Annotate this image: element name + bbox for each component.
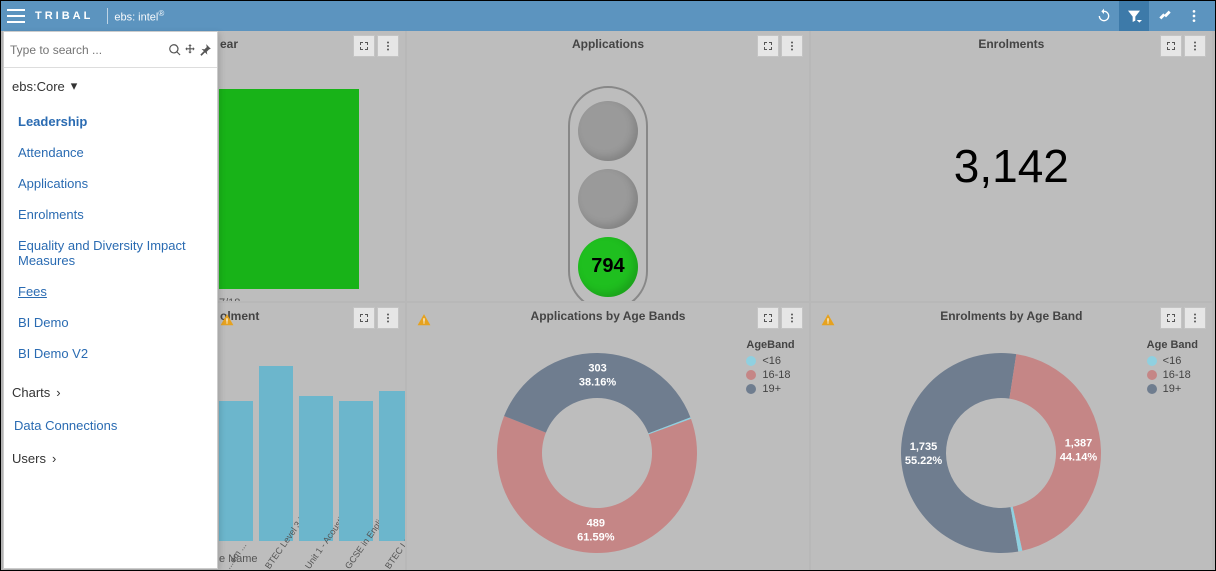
nav-items: LeadershipAttendanceApplicationsEnrolmen…: [4, 104, 217, 375]
legend-item: <16: [746, 355, 794, 367]
warning-icon: [821, 313, 835, 330]
nav-item-fees[interactable]: Fees: [4, 276, 217, 307]
card-applications-by-age: Applications by Age Bands 489 61.59% 303 38…: [407, 303, 808, 571]
slice-count: 303: [589, 363, 607, 375]
nav-group-ebscore[interactable]: ebs:Core ▾: [4, 68, 217, 104]
donut-slice: [901, 353, 1018, 553]
move-icon[interactable]: [182, 38, 197, 62]
more-button[interactable]: [1179, 1, 1209, 31]
legend-item: <16: [1147, 355, 1198, 367]
expand-button[interactable]: [757, 307, 779, 329]
search-row: [4, 32, 217, 68]
card-menu-button[interactable]: [781, 35, 803, 57]
refresh-button[interactable]: [1089, 1, 1119, 31]
settings-button[interactable]: [1149, 1, 1179, 31]
expand-button[interactable]: [1160, 307, 1182, 329]
expand-button[interactable]: [353, 307, 375, 329]
bar: [339, 401, 373, 541]
warning-icon: [220, 313, 234, 330]
light-amber: [578, 169, 638, 229]
card-menu-button[interactable]: [377, 307, 399, 329]
card-menu-button[interactable]: [781, 307, 803, 329]
enrolments-value: 3,142: [811, 139, 1212, 193]
topbar: TRIBAL ebs: intel®: [1, 1, 1215, 31]
card-title: Applications by Age Bands: [407, 309, 808, 323]
filter-button[interactable]: [1119, 1, 1149, 31]
card-enrolments: Enrolments 3,142: [811, 31, 1212, 301]
nav-group-label: ebs:Core: [12, 79, 65, 94]
axis-label: e Name: [219, 553, 258, 565]
slice-count: 1,735: [909, 441, 937, 453]
slice-pct: 55.22%: [905, 455, 943, 467]
legend-item: 19+: [746, 383, 794, 395]
app-subtitle: ebs: intel®: [114, 9, 164, 24]
bar: [219, 401, 253, 541]
legend: AgeBand <16 16-18 19+: [746, 339, 794, 397]
slice-pct: 44.14%: [1059, 452, 1097, 464]
bar-chart: ...em ...BTEC Level 3 Dip...Unit 1 - Aco…: [219, 363, 399, 541]
menu-icon[interactable]: [7, 9, 25, 23]
nav-item-bi-demo-v2[interactable]: BI Demo V2: [4, 338, 217, 369]
card-menu-button[interactable]: [1184, 35, 1206, 57]
nav-section-data-connections[interactable]: Data Connections: [4, 410, 217, 441]
slice-count: 1,387: [1064, 438, 1092, 450]
light-red: [578, 101, 638, 161]
pin-icon[interactable]: [198, 38, 213, 62]
brand-label: TRIBAL: [35, 10, 93, 22]
nav-item-applications[interactable]: Applications: [4, 168, 217, 199]
legend-item: 16-18: [746, 369, 794, 381]
legend: Age Band <16 16-18 19+: [1147, 339, 1198, 397]
traffic-light: 794: [568, 86, 648, 301]
bar-segment: [219, 89, 359, 289]
legend-item: 16-18: [1147, 369, 1198, 381]
nav-item-equality-and-diversity-impact-measures[interactable]: Equality and Diversity Impact Measures: [4, 230, 217, 276]
legend-title: AgeBand: [746, 339, 794, 351]
card-title: Applications: [407, 37, 808, 51]
chevron-down-icon: ▾: [71, 78, 78, 94]
warning-icon: [417, 313, 431, 330]
side-panel: ebs:Core ▾ LeadershipAttendanceApplicati…: [3, 31, 218, 569]
light-green: 794: [578, 237, 638, 297]
tick-label: 7/18: [219, 297, 240, 301]
nav-item-leadership[interactable]: Leadership: [4, 106, 217, 137]
nav-item-bi-demo[interactable]: BI Demo: [4, 307, 217, 338]
expand-button[interactable]: [353, 35, 375, 57]
bar: [259, 366, 293, 541]
card-title: Enrolments by Age Band: [811, 309, 1212, 323]
nav-sections: Charts ›Data ConnectionsUsers ›: [4, 375, 217, 476]
expand-button[interactable]: [1160, 35, 1182, 57]
nav-section-users[interactable]: Users ›: [4, 441, 217, 476]
nav-item-enrolments[interactable]: Enrolments: [4, 199, 217, 230]
expand-button[interactable]: [757, 35, 779, 57]
card-menu-button[interactable]: [377, 35, 399, 57]
nav-section-charts[interactable]: Charts ›: [4, 375, 217, 410]
card-title: Enrolments: [811, 37, 1212, 51]
search-input[interactable]: [8, 38, 167, 62]
card-applications: Applications 794: [407, 31, 808, 301]
legend-title: Age Band: [1147, 339, 1198, 351]
brand-divider: [107, 8, 108, 24]
donut-chart: 1,735 55.22% 1,387 44.14%: [891, 343, 1111, 571]
legend-item: 19+: [1147, 383, 1198, 395]
nav-item-attendance[interactable]: Attendance: [4, 137, 217, 168]
slice-pct: 38.16%: [579, 377, 617, 389]
donut-chart: 489 61.59% 303 38.16%: [487, 343, 707, 571]
bar: [299, 396, 333, 541]
slice-pct: 61.59%: [578, 531, 616, 543]
card-menu-button[interactable]: [1184, 307, 1206, 329]
bar: [379, 391, 405, 541]
card-enrolments-by-age: Enrolments by Age Band 1,735 55.22% 1,387 4…: [811, 303, 1212, 571]
slice-count: 489: [587, 517, 605, 529]
search-icon[interactable]: [167, 38, 182, 62]
